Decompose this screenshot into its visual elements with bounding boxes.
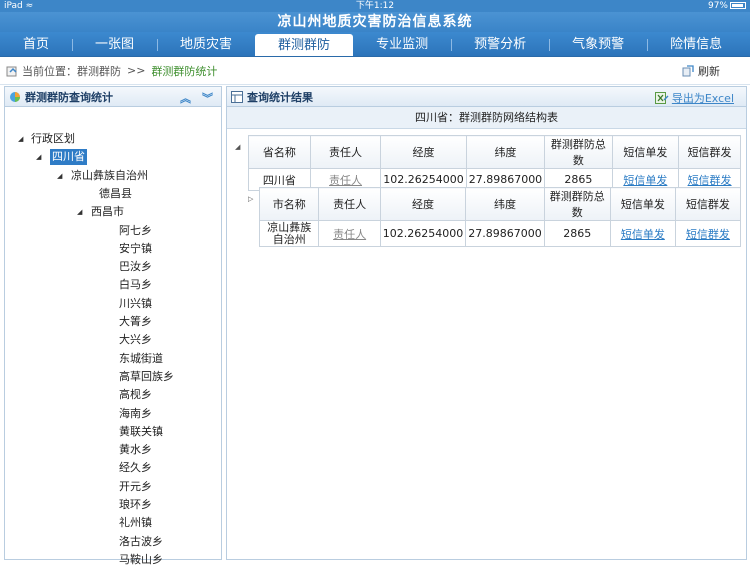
cell-responsible-person: 责任人 [318, 220, 381, 247]
results-panel-title: 查询统计结果 [247, 90, 313, 104]
column-header: 短信群发 [674, 187, 742, 221]
pie-chart-icon [10, 91, 20, 102]
tree-node[interactable]: 四川省 [50, 149, 87, 165]
tree-node[interactable]: 洛古波乡 [119, 534, 163, 550]
cell-sms-group: 短信群发 [674, 220, 742, 247]
location-icon [6, 66, 17, 76]
column-header: 短信单发 [611, 135, 680, 169]
cell-latitude: 27.89867000 [465, 220, 545, 247]
cell-longitude: 102.26254000 [379, 220, 467, 247]
tree-node[interactable]: 高枧乡 [119, 387, 152, 403]
column-header: 短信单发 [609, 187, 676, 221]
tree-toggle-icon[interactable]: ◢ [18, 131, 23, 147]
tree-node[interactable]: 黄联关镇 [119, 424, 163, 440]
tree-node[interactable]: 海南乡 [119, 406, 152, 422]
tree-node[interactable]: 白马乡 [119, 277, 152, 293]
main-nav: 首页 一张图 地质灾害 群测群防 专业监测 预警分析 气象预警 险情信息 [0, 32, 750, 57]
refresh-label: 刷新 [698, 65, 720, 78]
tab-warning-analysis[interactable]: 预警分析 [451, 32, 549, 56]
tree-node[interactable]: 西昌市 [91, 204, 124, 220]
expand-toggle-icon[interactable]: ◢ [235, 143, 240, 151]
tree-node[interactable]: 德昌县 [99, 186, 132, 202]
table-icon [231, 90, 243, 103]
tree-toggle-icon[interactable]: ◢ [36, 149, 41, 165]
results-panel: 查询统计结果 导出为Excel 四川省：群测群防网络结构表 ◢ 省名称 责任人 … [226, 86, 747, 560]
export-excel-label: 导出为Excel [671, 92, 734, 105]
tree-node[interactable]: 阿七乡 [119, 223, 152, 239]
tree-toggle-icon[interactable]: ◢ [57, 168, 62, 184]
tree-node[interactable]: 凉山彝族自治州 [71, 168, 148, 184]
tree-node[interactable]: 安宁镇 [119, 241, 152, 257]
battery-indicator: 97% [708, 0, 746, 12]
column-header: 责任人 [309, 135, 382, 169]
tab-mass-monitoring[interactable]: 群测群防 [255, 34, 354, 56]
tree-node[interactable]: 行政区划 [31, 131, 75, 147]
column-header: 市名称 [258, 187, 320, 221]
status-bar: iPad ≈ 下午1:12 97% [0, 0, 750, 12]
column-header: 经度 [380, 135, 467, 169]
clock: 下午1:12 [355, 1, 395, 11]
query-panel-title: 群测群防查询统计 [25, 90, 113, 104]
breadcrumb-separator: >> [127, 64, 146, 77]
query-panel-header: 群测群防查询统计 ︽ ︾ [5, 87, 221, 107]
expand-all-icon[interactable]: ︾ [202, 90, 213, 106]
excel-icon [654, 92, 669, 104]
sms-group-link[interactable]: 短信群发 [686, 228, 730, 241]
tree-node[interactable]: 黄水乡 [119, 442, 152, 458]
sms-single-link[interactable]: 短信单发 [621, 228, 665, 241]
table-header-row: 省名称 责任人 经度 纬度 群测群防总数 短信单发 短信群发 [248, 135, 741, 169]
breadcrumb-prefix: 当前位置： [22, 64, 77, 78]
table-header-row: 市名称 责任人 经度 纬度 群测群防总数 短信单发 短信群发 [258, 187, 742, 221]
table-row: 凉山彝族自治州 责任人 102.26254000 27.89867000 286… [258, 220, 742, 247]
collapse-toggle-icon[interactable]: ▷ [248, 195, 253, 203]
cell-city-name: 凉山彝族自治州 [258, 220, 320, 247]
query-panel: 群测群防查询统计 ︽ ︾ ◢ 行政区划 ◢ 四川省 ◢ 凉山彝族自治州德昌县 ◢ 西昌市阿七乡… [4, 86, 222, 566]
tree-node[interactable]: 大兴乡 [119, 332, 152, 348]
responsible-person-link[interactable]: 责任人 [329, 174, 362, 187]
city-table: 市名称 责任人 经度 纬度 群测群防总数 短信单发 短信群发 凉山彝族自治州 责… [258, 187, 742, 247]
tab-map[interactable]: 一张图 [72, 32, 157, 56]
tab-geohazard[interactable]: 地质灾害 [157, 32, 255, 56]
refresh-icon [682, 65, 694, 77]
export-excel-button[interactable]: 导出为Excel [654, 90, 734, 106]
column-header: 纬度 [465, 135, 546, 169]
tree-node[interactable]: 琅环乡 [119, 497, 152, 513]
tab-professional-monitoring[interactable]: 专业监测 [353, 32, 451, 56]
tree-node[interactable]: 开元乡 [119, 479, 152, 495]
tab-weather-warning[interactable]: 气象预警 [549, 32, 647, 56]
column-header: 短信群发 [678, 135, 741, 169]
cell-total: 2865 [543, 220, 611, 247]
tree-toggle-icon[interactable]: ◢ [77, 204, 82, 220]
province-table: 省名称 责任人 经度 纬度 群测群防总数 短信单发 短信群发 四川省 责任人 1… [248, 135, 741, 191]
tree-node[interactable]: 大箐乡 [119, 314, 152, 330]
column-header: 群测群防总数 [544, 135, 613, 169]
sms-group-link[interactable]: 短信群发 [688, 174, 732, 187]
tree-node[interactable]: 马鞍山乡 [119, 552, 163, 568]
column-header: 省名称 [248, 135, 311, 169]
sms-single-link[interactable]: 短信单发 [623, 174, 667, 187]
tree-node[interactable]: 礼州镇 [119, 515, 152, 531]
tree-node[interactable]: 高草回族乡 [119, 369, 174, 385]
table-subtitle: 四川省：群测群防网络结构表 [227, 107, 746, 129]
battery-icon [730, 2, 746, 9]
tab-home[interactable]: 首页 [0, 32, 72, 56]
column-header: 经度 [379, 187, 467, 221]
responsible-person-link[interactable]: 责任人 [333, 228, 366, 241]
tree-node[interactable]: 川兴镇 [119, 296, 152, 312]
tree-node[interactable]: 经久乡 [119, 460, 152, 476]
breadcrumb-parent[interactable]: 群测群防 [77, 63, 121, 79]
column-header: 责任人 [318, 187, 381, 221]
tab-danger-info[interactable]: 险情信息 [647, 32, 745, 56]
refresh-button[interactable]: 刷新 [682, 63, 720, 79]
collapse-all-icon[interactable]: ︽ [180, 90, 191, 106]
breadcrumb-current: 群测群防统计 [151, 64, 218, 78]
breadcrumb: 当前位置： 群测群防 >> 群测群防统计 刷新 [0, 57, 750, 85]
tree-node[interactable]: 巴汝乡 [119, 259, 152, 275]
results-panel-header: 查询统计结果 导出为Excel [227, 87, 746, 107]
column-header: 纬度 [465, 187, 545, 221]
cell-sms-single: 短信单发 [609, 220, 676, 247]
app-title: 凉山州地质灾害防治信息系统 [0, 12, 750, 32]
column-header: 群测群防总数 [543, 187, 611, 221]
tree-node[interactable]: 东城街道 [119, 351, 163, 367]
